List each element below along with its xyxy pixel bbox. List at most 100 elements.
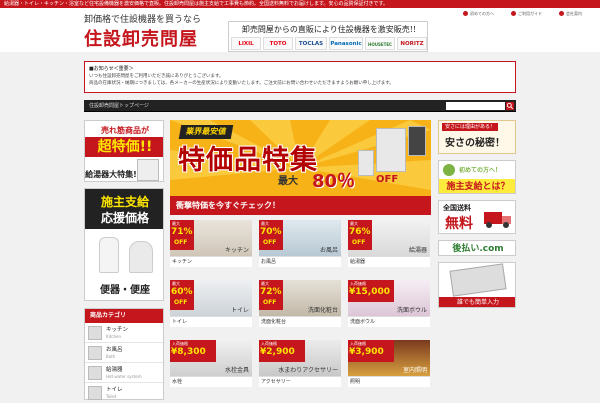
- category-menu: 商品カテゴリ キッチン Kitchen お風呂 Bath 給湯器 Hot-wat…: [84, 308, 164, 400]
- dark-panel-image: [408, 126, 426, 156]
- tile-label: アクセサリー: [261, 379, 291, 385]
- water-heater-thumbnail: [88, 366, 102, 380]
- banner-kicker: 安さには理由がある！: [442, 123, 499, 131]
- hero-off-label: OFF: [376, 174, 399, 185]
- banner-kicker: 初めての方へ！: [459, 167, 502, 174]
- logo-tagline: 卸価格で住設機器を買うなら: [84, 15, 202, 25]
- tile-inner-label: 洗面ボウル: [396, 307, 427, 314]
- category-item-bath[interactable]: お風呂 Bath: [85, 343, 163, 363]
- product-tile-lighting[interactable]: 入荷価格 ¥3,900 室内照明 照明: [348, 340, 430, 387]
- divider: [348, 316, 430, 317]
- banner-easy-input[interactable]: 誰でも簡単入力: [438, 262, 516, 308]
- discount-badge: 最大 76% OFF: [348, 220, 372, 250]
- tile-inner-label: キッチン: [224, 247, 249, 254]
- price-badge: 入荷価格 ¥8,300: [170, 340, 216, 362]
- banner-deferred-payment[interactable]: 後払い.com: [438, 240, 516, 256]
- price-badge: 入荷価格 ¥2,900: [259, 340, 305, 362]
- divider: [170, 256, 252, 257]
- banner-first-time[interactable]: 初めての方へ！ 施主支給とは？: [438, 160, 516, 194]
- category-item-kitchen[interactable]: キッチン Kitchen: [85, 323, 163, 343]
- banner-free-shipping[interactable]: 全国送料 無料: [438, 200, 516, 234]
- nav-company[interactable]: 会社案内: [559, 10, 582, 18]
- hero-badge: 業界最安値: [178, 125, 234, 139]
- brands-banner-message: 卸売問屋からの直販により住設機器を激安販売!!: [241, 25, 417, 34]
- bullet-icon: [511, 11, 516, 16]
- banner-title: 安さの秘密！: [445, 138, 505, 149]
- category-item-toilet[interactable]: トイレ Toilet: [85, 383, 163, 403]
- product-tile-vanity[interactable]: 最大 72% OFF 洗面化粧台 洗面化粧台: [259, 280, 341, 327]
- notice-box: ■お知らせ＜重要＞ いつも住設卸売問屋をご利用いただき誠にありがとうございます。…: [84, 61, 516, 93]
- bullet-icon: [559, 11, 564, 16]
- header-nav: 初めての方へ ご利用ガイド 会社案内: [463, 10, 597, 18]
- tile-inner-label: 洗面化粧台: [307, 307, 338, 314]
- divider: [259, 316, 341, 317]
- brand-logo-lixil: LIXIL: [231, 37, 261, 50]
- leaf-icon: [443, 164, 455, 176]
- promo-kicker: 施主支給: [100, 195, 149, 209]
- promo-water-heater[interactable]: 売れ筋商品が 超特価!! 給湯器大特集!: [84, 120, 164, 182]
- product-tile-basin[interactable]: 入荷価格 ¥15,000 洗面ボウル 洗面ボウル: [348, 280, 430, 327]
- discount-badge: 最大 71% OFF: [170, 220, 194, 250]
- nav-first-time[interactable]: 初めての方へ: [463, 10, 494, 18]
- tile-label: トイレ: [172, 319, 188, 325]
- nav-guide[interactable]: ご利用ガイド: [511, 10, 542, 18]
- divider: [348, 376, 430, 377]
- brand-logo-noritz: NORITZ: [397, 37, 427, 50]
- hero-banner[interactable]: 業界最安値 特価品特集 最大 80％ OFF 衝撃特価を今すぐチェック！: [170, 120, 431, 215]
- tile-label: 照明: [350, 379, 361, 385]
- tile-inner-label: トイレ: [230, 307, 249, 314]
- top-announcement-text: 給湯器・トイレ・キッチン・浴室など住宅設備機器を激安価格で直販。住設卸売問屋は施…: [4, 1, 389, 7]
- tile-inner-label: 水栓金具: [224, 367, 249, 374]
- keyboard-image: [449, 263, 507, 297]
- brand-logos: LIXIL TOTO TOCLAS Panasonic HOUSETEC NOR…: [231, 37, 427, 50]
- tile-label: 給湯器: [350, 259, 366, 265]
- search-icon: [506, 102, 514, 110]
- hero-cta-text: 衝撃特価を今すぐチェック！: [176, 201, 280, 210]
- category-label-en: Bath: [106, 354, 116, 359]
- promo-toilet[interactable]: 施主支給 応援価格 便器・便座: [84, 188, 164, 301]
- tile-label: 洗面化粧台: [261, 319, 287, 325]
- toilet-image: [99, 237, 119, 273]
- product-tile-toilet[interactable]: 最大 60% OFF トイレ トイレ: [170, 280, 252, 327]
- cabinet-image: [376, 128, 406, 172]
- banner-title: 施主支給とは？: [439, 179, 515, 193]
- brands-banner[interactable]: 卸売問屋からの直販により住設機器を激安販売!! LIXIL TOTO TOCLA…: [228, 21, 428, 52]
- banner-why-cheap[interactable]: 安さには理由がある！ 安さの秘密！: [438, 120, 516, 154]
- category-label: キッチン: [106, 327, 129, 333]
- notice-line: 商品の在庫状況・納期につきましては、各メーカーの生産状況により変動いたします。ご…: [89, 81, 394, 86]
- category-label: トイレ: [106, 387, 123, 393]
- product-tile-faucet[interactable]: 入荷価格 ¥8,300 水栓金具 水栓: [170, 340, 252, 387]
- hero-cta-strip[interactable]: 衝撃特価を今すぐチェック！: [170, 196, 431, 215]
- site-logo[interactable]: 卸価格で住設機器を買うなら 住設卸売問屋: [84, 12, 204, 52]
- category-label: お風呂: [106, 347, 123, 353]
- brand-logo-toto: TOTO: [263, 37, 293, 50]
- right-sidebar: 安さには理由がある！ 安さの秘密！ 初めての方へ！ 施主支給とは？ 全国送料 無…: [438, 120, 516, 400]
- product-tile-bath[interactable]: 最大 70% OFF お風呂 お風呂: [259, 220, 341, 267]
- hero-max-label: 最大: [278, 176, 298, 187]
- promo-sub: 便器・便座: [100, 285, 150, 296]
- divider: [259, 256, 341, 257]
- discount-badge: 最大 70% OFF: [259, 220, 283, 250]
- toilet-seat-image: [129, 241, 153, 273]
- discount-badge: 最大 72% OFF: [259, 280, 283, 310]
- breadcrumb[interactable]: 住設卸売問屋トップページ: [89, 100, 149, 112]
- search-button[interactable]: [506, 102, 514, 110]
- banner-title: 無料: [445, 216, 473, 232]
- product-tile-accessory[interactable]: 入荷価格 ¥2,900 水まわりアクセサリー アクセサリー: [259, 340, 341, 387]
- hero-discount: 80％: [312, 171, 356, 192]
- truck-icon: [484, 212, 511, 228]
- category-label-en: Hot-water system: [106, 374, 142, 379]
- left-sidebar: 売れ筋商品が 超特価!! 給湯器大特集! 施主支給 応援価格 便器・便座 商品カ…: [84, 120, 164, 400]
- product-tile-kitchen[interactable]: 最大 71% OFF キッチン キッチン: [170, 220, 252, 267]
- search-input[interactable]: [446, 102, 505, 110]
- kitchen-thumbnail: [88, 326, 102, 340]
- toilet-thumbnail: [88, 386, 102, 400]
- divider: [170, 316, 252, 317]
- price-badge: 入荷価格 ¥3,900: [348, 340, 394, 362]
- category-item-water-heater[interactable]: 給湯器 Hot-water system: [85, 363, 163, 383]
- category-label-en: Toilet: [106, 394, 117, 399]
- tile-inner-label: 給湯器: [408, 247, 427, 254]
- tile-label: 水栓: [172, 379, 183, 385]
- discount-badge: 最大 60% OFF: [170, 280, 194, 310]
- product-tile-water-heater[interactable]: 最大 76% OFF 給湯器 給湯器: [348, 220, 430, 267]
